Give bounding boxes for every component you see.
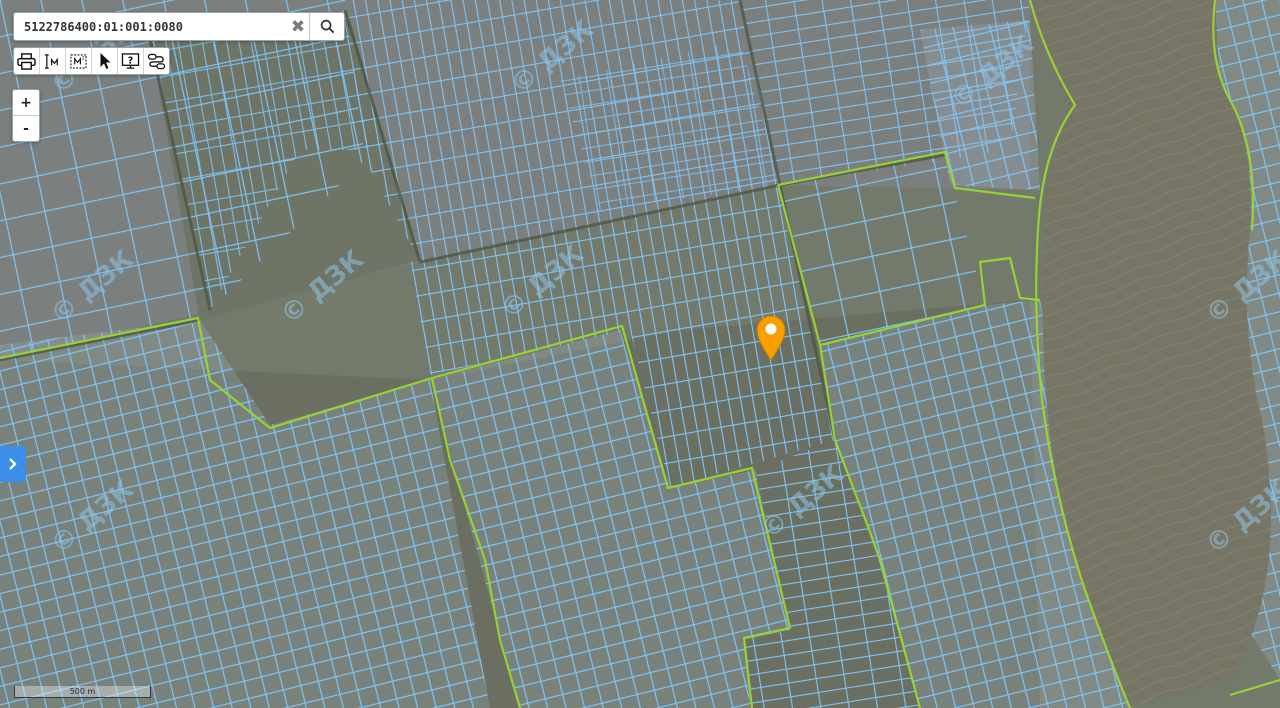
measure-distance-icon <box>44 53 58 69</box>
zoom-in-button[interactable]: + <box>13 90 39 115</box>
search-icon <box>320 19 334 34</box>
chevron-right-icon <box>9 458 17 470</box>
route-icon <box>147 53 166 69</box>
clear-search-button[interactable]: ✖ <box>286 13 310 40</box>
route-button[interactable] <box>144 48 169 74</box>
cadastral-number-input[interactable] <box>14 13 286 40</box>
cadastral-search-box: ✖ <box>13 12 345 41</box>
side-panel-toggle-button[interactable] <box>0 446 26 482</box>
measure-area-button[interactable]: 2 <box>66 48 92 74</box>
select-tool-button[interactable] <box>92 48 118 74</box>
zoom-out-button[interactable]: - <box>13 115 39 141</box>
map-toolbar: 2 ? <box>13 47 170 75</box>
scale-bar-label: 500 m <box>69 687 96 696</box>
identify-info-icon: ? <box>121 52 140 69</box>
search-button[interactable] <box>309 13 344 40</box>
identify-button[interactable]: ? <box>118 48 144 74</box>
measure-distance-button[interactable] <box>40 48 66 74</box>
zoom-control: + - <box>12 89 40 142</box>
measure-area-icon: 2 <box>70 53 87 69</box>
select-pointer-icon <box>100 53 111 69</box>
svg-text:?: ? <box>128 55 133 66</box>
printer-icon <box>17 52 36 70</box>
print-button[interactable] <box>14 48 40 74</box>
satellite-map[interactable]: © ДЗК © ДЗК © ДЗК © ДЗК © ДЗК © ДЗК © ДЗ… <box>0 0 1280 708</box>
svg-text:2: 2 <box>82 55 85 61</box>
scale-bar: 500 m <box>14 686 151 698</box>
